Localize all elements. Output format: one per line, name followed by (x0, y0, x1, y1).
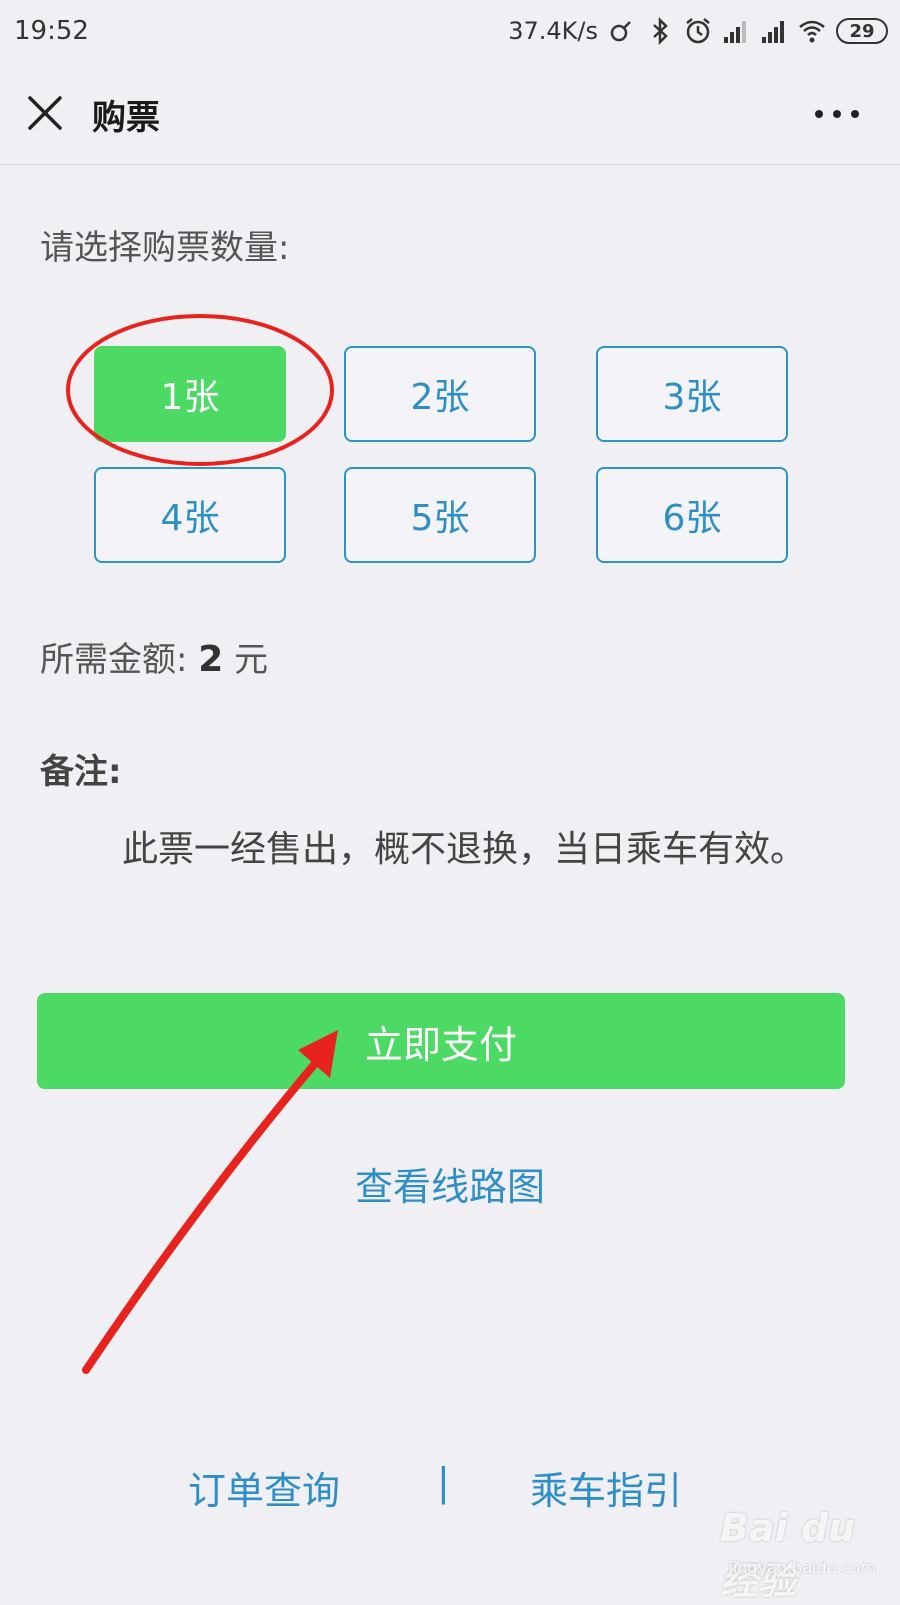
ticket-option-4[interactable]: 4张 (94, 467, 286, 563)
amount-value: 2 (198, 639, 224, 680)
ticket-option-2[interactable]: 2张 (344, 346, 536, 442)
note-text: 此票一经售出，概不退换，当日乘车有效。 (122, 829, 807, 870)
baidu-logo: Bai du 经验 (720, 1506, 856, 1603)
amount-row: 所需金额: 2 元 (40, 632, 268, 681)
amount-unit: 元 (234, 640, 269, 680)
status-time: 19:52 (14, 16, 89, 46)
ticket-option-3[interactable]: 3张 (596, 346, 788, 442)
footer-separator: | (437, 1460, 450, 1504)
ticket-quantity-grid: 1张 2张 3张 4张 5张 6张 (94, 346, 804, 566)
watermark-url: jingyan.baidu.com (728, 1558, 876, 1577)
view-route-map-label: 查看线路图 (354, 1165, 545, 1209)
signal-icon (724, 21, 746, 43)
view-route-map-link[interactable]: 查看线路图 (0, 1156, 900, 1211)
nav-bar: 购票 (0, 64, 900, 165)
baidu-watermark: Bai du 经验 jingyan.baidu.com (720, 1506, 880, 1603)
ticket-option-6[interactable]: 6张 (596, 467, 788, 563)
alarm-icon (686, 18, 710, 44)
link-icon (610, 21, 631, 42)
page-title: 购票 (92, 98, 160, 138)
wifi-icon (799, 20, 825, 43)
bluetooth-icon (653, 17, 668, 45)
ride-guide-link[interactable]: 乘车指引 (530, 1460, 682, 1515)
more-icon[interactable] (812, 104, 862, 124)
note-title: 备注: (40, 752, 122, 792)
order-query-link[interactable]: 订单查询 (188, 1460, 340, 1515)
status-bar: 19:52 37.4K/s 29 (0, 0, 900, 64)
status-icons: 37.4K/s 29 (508, 14, 888, 48)
network-speed: 37.4K/s (508, 17, 598, 45)
ticket-option-5[interactable]: 5张 (344, 467, 536, 563)
quantity-prompt: 请选择购票数量: (40, 228, 290, 268)
signal-icon (762, 21, 784, 43)
pay-now-button[interactable]: 立即支付 (37, 993, 845, 1089)
ticket-option-1[interactable]: 1张 (94, 346, 286, 442)
amount-label: 所需金额: (40, 640, 188, 680)
close-icon[interactable] (26, 94, 64, 132)
battery-icon: 29 (836, 18, 888, 44)
